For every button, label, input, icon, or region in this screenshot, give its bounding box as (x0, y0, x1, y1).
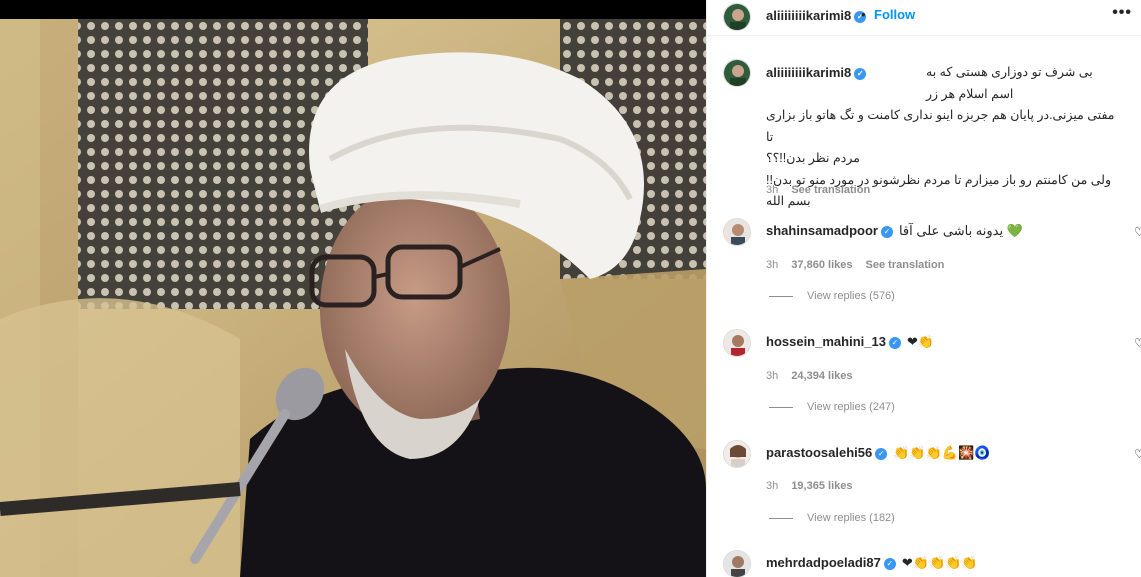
comment-message: ❤👏 (906, 334, 935, 349)
video-frame-illustration (0, 19, 706, 577)
verified-badge-icon: ✓ (883, 558, 896, 570)
caption-line: مردم نظر بدن!!؟؟ (766, 151, 860, 165)
comment-meta: 3h 37,860 likes See translation (766, 259, 944, 271)
comment-meta: 3h 19,365 likes (766, 480, 852, 492)
caption-line: بی شرف تو دوزاری هستی که به اسم اسلام هر… (926, 65, 1093, 101)
view-replies-button[interactable]: View replies (576) (769, 290, 895, 302)
separator-dot: • (861, 7, 866, 22)
follow-button[interactable]: Follow (874, 7, 915, 22)
comment-row: parastoosalehi56 ✓ 👏👏👏💪🎇🧿 (766, 445, 990, 461)
comment-username[interactable]: hossein_mahini_13 (766, 334, 886, 349)
heart-outline-icon[interactable]: ♡ (1134, 447, 1141, 461)
caption-time: 3h (766, 184, 779, 196)
caption-meta: 3h See translation (766, 184, 870, 196)
comment-likes[interactable]: 19,365 likes (791, 480, 852, 492)
caption-author-avatar[interactable] (723, 59, 751, 87)
comment-time: 3h (766, 480, 779, 492)
more-options-icon[interactable]: ••• (1112, 4, 1132, 22)
replies-divider (769, 517, 793, 519)
commenter-avatar[interactable] (723, 440, 751, 468)
replies-divider (769, 295, 793, 297)
comment-time: 3h (766, 259, 779, 271)
comment-time: 3h (766, 370, 779, 382)
view-replies-button[interactable]: View replies (247) (769, 401, 895, 413)
view-replies-label: View replies (576) (807, 290, 895, 302)
post-header: aliiiiiiiikarimi8 ✓ • Follow ••• (707, 0, 1141, 36)
comment-likes[interactable]: 24,394 likes (791, 370, 852, 382)
verified-badge-icon: ✓ (888, 337, 901, 349)
view-replies-label: View replies (182) (807, 512, 895, 524)
comment-meta: 3h 24,394 likes (766, 370, 852, 382)
caption-line: مفتی میزنی.در پایان هم جربزه اینو نداری … (766, 108, 1115, 144)
author-username[interactable]: aliiiiiiiikarimi8 ✓ (766, 8, 867, 23)
commenter-avatar[interactable] (723, 329, 751, 357)
comment-see-translation[interactable]: See translation (866, 259, 945, 271)
view-replies-button[interactable]: View replies (182) (769, 512, 895, 524)
view-replies-label: View replies (247) (807, 401, 895, 413)
author-avatar[interactable] (723, 3, 751, 31)
comment-row: hossein_mahini_13 ✓ ❤👏 (766, 334, 934, 350)
post-details-panel: aliiiiiiiikarimi8 ✓ • Follow ••• aliiiiii… (706, 0, 1141, 577)
comment-message: یدونه باشی علی آقا 💚 (898, 223, 1023, 238)
comment-likes[interactable]: 37,860 likes (791, 259, 852, 271)
post-media-video[interactable] (0, 19, 706, 577)
top-dark-strip (0, 0, 706, 19)
comment-message: ❤👏👏👏👏 (901, 555, 978, 570)
verified-badge-icon: ✓ (875, 448, 888, 460)
comment-message: 👏👏👏💪🎇🧿 (893, 445, 991, 460)
comment-username[interactable]: parastoosalehi56 (766, 445, 872, 460)
comment-row: shahinsamadpoor ✓ یدونه باشی علی آقا 💚 (766, 223, 1023, 239)
verified-badge-icon: ✓ (880, 226, 893, 238)
comment-username[interactable]: mehrdadpoeladi87 (766, 555, 881, 570)
comment-row: mehrdadpoeladi87 ✓ ❤👏👏👏👏 (766, 555, 978, 571)
heart-outline-icon[interactable]: ♡ (1134, 225, 1141, 239)
comment-username[interactable]: shahinsamadpoor (766, 223, 878, 238)
commenter-avatar[interactable] (723, 550, 751, 577)
heart-outline-icon[interactable]: ♡ (1134, 336, 1141, 350)
replies-divider (769, 406, 793, 408)
caption-see-translation[interactable]: See translation (791, 184, 870, 196)
commenter-avatar[interactable] (723, 218, 751, 246)
